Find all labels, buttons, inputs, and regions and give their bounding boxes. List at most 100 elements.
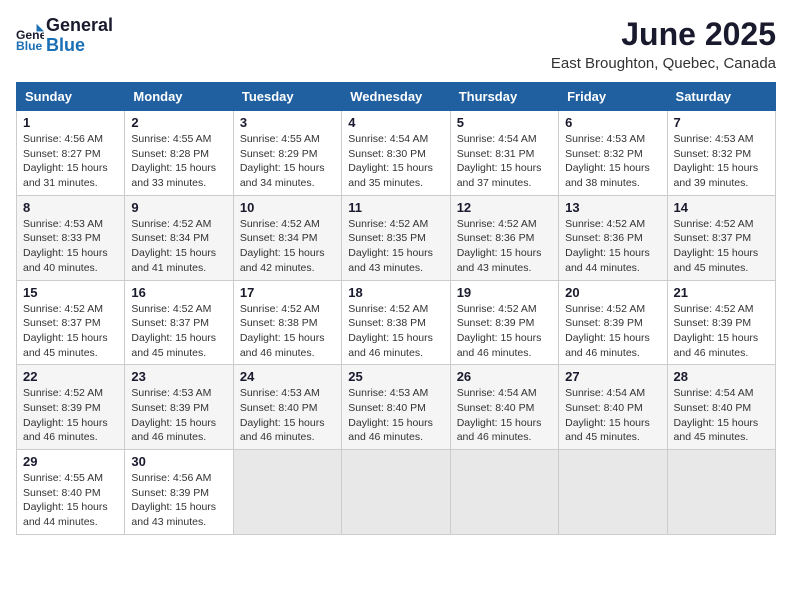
calendar-cell: 11 Sunrise: 4:52 AMSunset: 8:35 PMDayligh… (342, 195, 450, 280)
day-detail: Sunrise: 4:52 AMSunset: 8:36 PMDaylight:… (457, 217, 552, 276)
day-detail: Sunrise: 4:53 AMSunset: 8:39 PMDaylight:… (131, 386, 226, 445)
day-detail: Sunrise: 4:52 AMSunset: 8:38 PMDaylight:… (240, 302, 335, 361)
calendar-week-row: 22 Sunrise: 4:52 AMSunset: 8:39 PMDayligh… (17, 365, 776, 450)
day-number: 27 (565, 369, 660, 384)
day-detail: Sunrise: 4:52 AMSunset: 8:37 PMDaylight:… (23, 302, 118, 361)
month-title: June 2025 (551, 16, 776, 53)
day-number: 3 (240, 115, 335, 130)
day-detail: Sunrise: 4:52 AMSunset: 8:34 PMDaylight:… (131, 217, 226, 276)
day-number: 6 (565, 115, 660, 130)
calendar-week-row: 15 Sunrise: 4:52 AMSunset: 8:37 PMDayligh… (17, 280, 776, 365)
calendar-cell: 20 Sunrise: 4:52 AMSunset: 8:39 PMDayligh… (559, 280, 667, 365)
calendar-cell: 21 Sunrise: 4:52 AMSunset: 8:39 PMDayligh… (667, 280, 775, 365)
day-number: 7 (674, 115, 769, 130)
day-number: 20 (565, 285, 660, 300)
day-detail: Sunrise: 4:56 AMSunset: 8:39 PMDaylight:… (131, 471, 226, 530)
header: General Blue General Blue June 2025 East… (16, 16, 776, 72)
day-detail: Sunrise: 4:52 AMSunset: 8:39 PMDaylight:… (674, 302, 769, 361)
day-number: 28 (674, 369, 769, 384)
title-block: June 2025 East Broughton, Quebec, Canada (551, 16, 776, 72)
calendar-table: SundayMondayTuesdayWednesdayThursdayFrid… (16, 82, 776, 535)
day-detail: Sunrise: 4:52 AMSunset: 8:34 PMDaylight:… (240, 217, 335, 276)
day-detail: Sunrise: 4:52 AMSunset: 8:39 PMDaylight:… (565, 302, 660, 361)
day-number: 9 (131, 200, 226, 215)
day-detail: Sunrise: 4:56 AMSunset: 8:27 PMDaylight:… (23, 132, 118, 191)
logo: General Blue General Blue (16, 16, 113, 56)
calendar-cell (559, 450, 667, 535)
day-number: 14 (674, 200, 769, 215)
weekday-header-wednesday: Wednesday (342, 83, 450, 111)
weekday-header-sunday: Sunday (17, 83, 125, 111)
logo-icon: General Blue (16, 22, 44, 50)
day-detail: Sunrise: 4:52 AMSunset: 8:36 PMDaylight:… (565, 217, 660, 276)
weekday-header-row: SundayMondayTuesdayWednesdayThursdayFrid… (17, 83, 776, 111)
calendar-cell: 15 Sunrise: 4:52 AMSunset: 8:37 PMDayligh… (17, 280, 125, 365)
day-number: 22 (23, 369, 118, 384)
calendar-cell: 3 Sunrise: 4:55 AMSunset: 8:29 PMDaylight… (233, 111, 341, 196)
day-number: 29 (23, 454, 118, 469)
day-number: 24 (240, 369, 335, 384)
day-detail: Sunrise: 4:54 AMSunset: 8:40 PMDaylight:… (565, 386, 660, 445)
calendar-cell: 22 Sunrise: 4:52 AMSunset: 8:39 PMDayligh… (17, 365, 125, 450)
day-detail: Sunrise: 4:55 AMSunset: 8:29 PMDaylight:… (240, 132, 335, 191)
day-number: 30 (131, 454, 226, 469)
day-number: 1 (23, 115, 118, 130)
calendar-cell: 25Sunrise: 4:53 AMSunset: 8:40 PMDayligh… (342, 365, 450, 450)
day-number: 10 (240, 200, 335, 215)
calendar-cell (233, 450, 341, 535)
day-detail: Sunrise: 4:52 AMSunset: 8:37 PMDaylight:… (131, 302, 226, 361)
day-detail: Sunrise: 4:52 AMSunset: 8:35 PMDaylight:… (348, 217, 443, 276)
day-detail: Sunrise: 4:53 AMSunset: 8:40 PMDaylight:… (348, 386, 443, 445)
calendar-cell: 24 Sunrise: 4:53 AMSunset: 8:40 PMDayligh… (233, 365, 341, 450)
calendar-cell: 27 Sunrise: 4:54 AMSunset: 8:40 PMDayligh… (559, 365, 667, 450)
calendar-cell: 18Sunrise: 4:52 AMSunset: 8:38 PMDayligh… (342, 280, 450, 365)
calendar-cell (667, 450, 775, 535)
calendar-cell: 1 Sunrise: 4:56 AMSunset: 8:27 PMDaylight… (17, 111, 125, 196)
day-detail: Sunrise: 4:53 AMSunset: 8:33 PMDaylight:… (23, 217, 118, 276)
day-number: 5 (457, 115, 552, 130)
day-number: 19 (457, 285, 552, 300)
calendar-cell (342, 450, 450, 535)
calendar-cell: 13 Sunrise: 4:52 AMSunset: 8:36 PMDayligh… (559, 195, 667, 280)
day-number: 2 (131, 115, 226, 130)
day-detail: Sunrise: 4:52 AMSunset: 8:37 PMDaylight:… (674, 217, 769, 276)
day-detail: Sunrise: 4:54 AMSunset: 8:30 PMDaylight:… (348, 132, 443, 191)
calendar-cell: 5 Sunrise: 4:54 AMSunset: 8:31 PMDaylight… (450, 111, 558, 196)
calendar-cell: 16Sunrise: 4:52 AMSunset: 8:37 PMDayligh… (125, 280, 233, 365)
day-detail: Sunrise: 4:52 AMSunset: 8:39 PMDaylight:… (457, 302, 552, 361)
day-number: 26 (457, 369, 552, 384)
day-number: 17 (240, 285, 335, 300)
day-detail: Sunrise: 4:55 AMSunset: 8:28 PMDaylight:… (131, 132, 226, 191)
calendar-cell: 28 Sunrise: 4:54 AMSunset: 8:40 PMDayligh… (667, 365, 775, 450)
location-title: East Broughton, Quebec, Canada (551, 55, 776, 72)
day-number: 21 (674, 285, 769, 300)
day-detail: Sunrise: 4:54 AMSunset: 8:31 PMDaylight:… (457, 132, 552, 191)
calendar-cell: 17 Sunrise: 4:52 AMSunset: 8:38 PMDayligh… (233, 280, 341, 365)
calendar-cell: 19 Sunrise: 4:52 AMSunset: 8:39 PMDayligh… (450, 280, 558, 365)
calendar-cell: 9 Sunrise: 4:52 AMSunset: 8:34 PMDaylight… (125, 195, 233, 280)
calendar-week-row: 8 Sunrise: 4:53 AMSunset: 8:33 PMDaylight… (17, 195, 776, 280)
weekday-header-thursday: Thursday (450, 83, 558, 111)
logo-text: General Blue (46, 16, 113, 56)
day-detail: Sunrise: 4:53 AMSunset: 8:32 PMDaylight:… (674, 132, 769, 191)
day-number: 12 (457, 200, 552, 215)
day-detail: Sunrise: 4:53 AMSunset: 8:32 PMDaylight:… (565, 132, 660, 191)
day-number: 15 (23, 285, 118, 300)
weekday-header-tuesday: Tuesday (233, 83, 341, 111)
day-detail: Sunrise: 4:54 AMSunset: 8:40 PMDaylight:… (674, 386, 769, 445)
calendar-cell: 8 Sunrise: 4:53 AMSunset: 8:33 PMDaylight… (17, 195, 125, 280)
day-number: 11 (348, 200, 443, 215)
calendar-cell (450, 450, 558, 535)
day-detail: Sunrise: 4:53 AMSunset: 8:40 PMDaylight:… (240, 386, 335, 445)
weekday-header-monday: Monday (125, 83, 233, 111)
day-number: 13 (565, 200, 660, 215)
day-detail: Sunrise: 4:55 AMSunset: 8:40 PMDaylight:… (23, 471, 118, 530)
day-number: 8 (23, 200, 118, 215)
calendar-week-row: 1 Sunrise: 4:56 AMSunset: 8:27 PMDaylight… (17, 111, 776, 196)
day-detail: Sunrise: 4:52 AMSunset: 8:39 PMDaylight:… (23, 386, 118, 445)
calendar-cell: 23Sunrise: 4:53 AMSunset: 8:39 PMDayligh… (125, 365, 233, 450)
day-number: 18 (348, 285, 443, 300)
calendar-cell: 4Sunrise: 4:54 AMSunset: 8:30 PMDaylight… (342, 111, 450, 196)
day-detail: Sunrise: 4:54 AMSunset: 8:40 PMDaylight:… (457, 386, 552, 445)
calendar-cell: 30 Sunrise: 4:56 AMSunset: 8:39 PMDayligh… (125, 450, 233, 535)
